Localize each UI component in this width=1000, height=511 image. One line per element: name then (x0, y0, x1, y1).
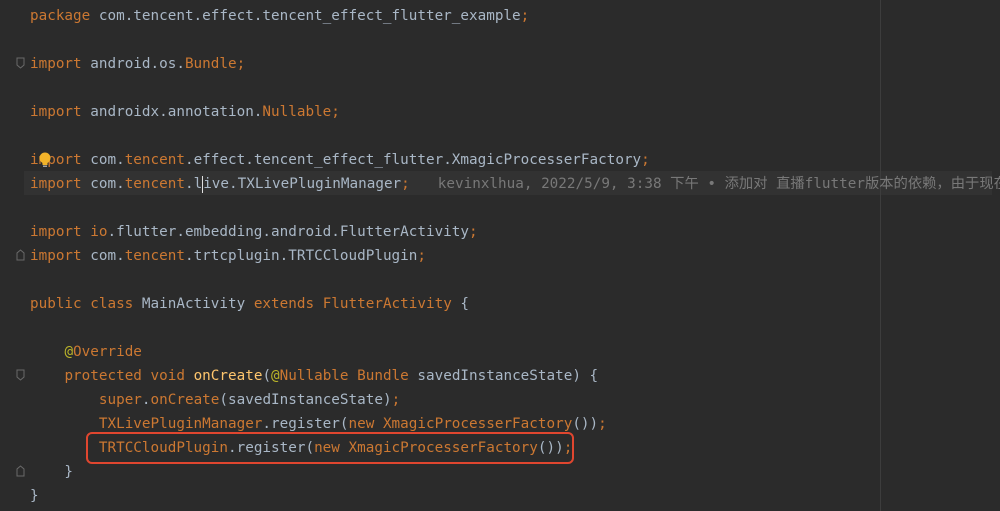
code-token: .trtcplugin.TRTCCloudPlugin (184, 248, 418, 264)
vertical-scrollbar[interactable] (992, 0, 1000, 511)
code-token: Bundle (357, 368, 418, 384)
code-token: public class (30, 296, 142, 312)
code-token: { (451, 296, 470, 312)
code-token: import (30, 176, 91, 192)
code-line[interactable]: } (30, 460, 73, 484)
code-token: MainActivity (141, 296, 254, 312)
code-token: io (90, 224, 108, 240)
code-token: ; (469, 224, 478, 240)
code-line[interactable]: import com.tencent.trtcplugin.TRTCCloudP… (30, 244, 426, 268)
right-margin-guide (880, 0, 881, 511)
code-token: import (30, 56, 91, 72)
code-line[interactable]: } (30, 484, 39, 508)
code-token: Bundle (184, 56, 237, 72)
code-token: XmagicProcesserFactory (382, 416, 573, 432)
fold-marker-icon[interactable] (16, 369, 25, 381)
code-token: com. (90, 176, 125, 192)
fold-marker-icon[interactable] (16, 57, 25, 69)
code-token: Nullable (262, 104, 332, 120)
code-token: tencent (124, 248, 185, 264)
code-token: (savedInstanceState) (219, 392, 392, 408)
code-token: android.os. (90, 56, 185, 72)
code-token: ( (262, 368, 272, 384)
red-highlight-box (86, 432, 574, 464)
code-token: ()) (572, 416, 599, 432)
code-token: extends (253, 296, 323, 312)
git-blame-annotation: kevinxlhua, 2022/5/9, 3:38 下午 • 添加对 直播fl… (437, 176, 1000, 192)
code-line[interactable]: public class MainActivity extends Flutte… (30, 292, 469, 316)
code-token: onCreate (193, 368, 263, 384)
code-token: com. (90, 248, 125, 264)
code-token: import (30, 248, 91, 264)
code-token: tencent (124, 176, 185, 192)
code-token: Override (73, 344, 142, 360)
code-line[interactable]: import com.tencent.effect.tencent_effect… (30, 148, 650, 172)
fold-marker-icon[interactable] (16, 249, 25, 261)
code-token: ; (331, 104, 340, 120)
code-token: com.tencent.effect.tencent_effect_flutte… (98, 8, 521, 24)
code-token: super (98, 392, 142, 408)
code-token: .effect.tencent_effect_flutter.XmagicPro… (184, 152, 642, 168)
code-token: onCreate (150, 392, 220, 408)
code-token: ; (391, 392, 401, 408)
code-line[interactable]: @Override (30, 340, 142, 364)
code-line[interactable]: super.onCreate(savedInstanceState); (30, 388, 400, 412)
code-token: import (30, 224, 91, 240)
code-token: Nullable (279, 368, 358, 384)
code-line[interactable]: import android.os.Bundle; (30, 52, 245, 76)
code-token: ; (520, 8, 530, 24)
code-token: package (30, 8, 99, 24)
code-line[interactable]: protected void onCreate(@Nullable Bundle… (30, 364, 598, 388)
code-token: ; (598, 416, 607, 432)
code-token: } (30, 464, 74, 480)
code-line[interactable]: import com.tencent.live.TXLivePluginMana… (30, 172, 1000, 196)
code-editor[interactable]: package com.tencent.effect.tencent_effec… (0, 0, 1000, 511)
lightbulb-icon[interactable] (38, 151, 52, 169)
code-token: savedInstanceState) { (417, 368, 599, 384)
code-token: ; (401, 176, 410, 192)
code-token: .flutter.embedding.android.FlutterActivi… (107, 224, 469, 240)
code-token: protected void (64, 368, 194, 384)
code-token: androidx.annotation. (90, 104, 263, 120)
code-line[interactable]: package com.tencent.effect.tencent_effec… (30, 4, 529, 28)
code-token: new (348, 416, 383, 432)
code-token: @ (271, 368, 280, 384)
code-token: } (30, 488, 39, 504)
code-line[interactable]: import androidx.annotation.Nullable; (30, 100, 340, 124)
code-token: ; (417, 248, 426, 264)
code-token: .register( (262, 416, 349, 432)
code-token: import (30, 104, 91, 120)
code-token: @ (64, 344, 74, 360)
code-line[interactable]: import io.flutter.embedding.android.Flut… (30, 220, 478, 244)
code-token: com. (90, 152, 125, 168)
code-token: tencent (124, 152, 185, 168)
code-token: .l (184, 176, 203, 192)
code-token: ; (236, 56, 246, 72)
code-token: TXLivePluginManager (98, 416, 263, 432)
fold-marker-icon[interactable] (16, 465, 25, 477)
code-token: . (141, 392, 151, 408)
code-token: ive.TXLivePluginManager (203, 176, 402, 192)
code-token: FlutterActivity (322, 296, 452, 312)
code-token: ; (641, 152, 650, 168)
